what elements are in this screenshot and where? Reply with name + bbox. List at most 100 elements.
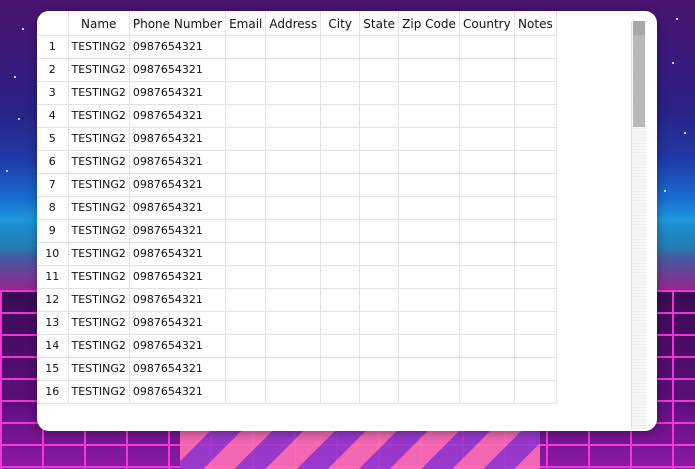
cell-city[interactable] [320, 310, 361, 335]
column-header-city[interactable]: City [320, 11, 361, 36]
cell-address[interactable] [265, 333, 322, 358]
cell-zip-code[interactable] [398, 241, 460, 266]
cell-address[interactable] [265, 80, 322, 105]
cell-country[interactable] [458, 287, 515, 312]
table-row[interactable]: 1 TESTING2 0987654321 [37, 34, 557, 59]
cell-phone-number[interactable]: 0987654321 [128, 149, 227, 174]
cell-notes[interactable] [513, 241, 557, 266]
cell-city[interactable] [320, 264, 361, 289]
cell-address[interactable] [265, 103, 322, 128]
cell-zip-code[interactable] [398, 333, 460, 358]
cell-name[interactable]: TESTING2 [67, 103, 130, 128]
cell-phone-number[interactable]: 0987654321 [128, 333, 227, 358]
cell-phone-number[interactable]: 0987654321 [128, 57, 227, 82]
table-corner[interactable] [37, 11, 69, 36]
cell-country[interactable] [458, 333, 515, 358]
cell-email[interactable] [225, 379, 267, 404]
cell-notes[interactable] [513, 34, 557, 59]
vertical-scrollbar[interactable] [631, 21, 646, 429]
scrollbar-thumb[interactable] [633, 35, 645, 127]
cell-notes[interactable] [513, 80, 557, 105]
cell-state[interactable] [359, 126, 400, 151]
row-number[interactable]: 11 [37, 264, 69, 289]
cell-address[interactable] [265, 264, 322, 289]
cell-country[interactable] [458, 264, 515, 289]
cell-name[interactable]: TESTING2 [67, 264, 130, 289]
cell-notes[interactable] [513, 379, 557, 404]
cell-notes[interactable] [513, 149, 557, 174]
cell-city[interactable] [320, 149, 361, 174]
cell-notes[interactable] [513, 126, 557, 151]
cell-notes[interactable] [513, 103, 557, 128]
cell-country[interactable] [458, 195, 515, 220]
cell-name[interactable]: TESTING2 [67, 356, 130, 381]
cell-name[interactable]: TESTING2 [67, 149, 130, 174]
column-header-zip-code[interactable]: Zip Code [398, 11, 460, 36]
cell-phone-number[interactable]: 0987654321 [128, 264, 227, 289]
cell-name[interactable]: TESTING2 [67, 218, 130, 243]
row-number[interactable]: 2 [37, 57, 69, 82]
cell-name[interactable]: TESTING2 [67, 241, 130, 266]
cell-phone-number[interactable]: 0987654321 [128, 195, 227, 220]
cell-state[interactable] [359, 103, 400, 128]
table-row[interactable]: 3 TESTING2 0987654321 [37, 80, 557, 105]
row-number[interactable]: 16 [37, 379, 69, 404]
cell-address[interactable] [265, 34, 322, 59]
cell-phone-number[interactable]: 0987654321 [128, 126, 227, 151]
table-row[interactable]: 10 TESTING2 0987654321 [37, 241, 557, 266]
cell-name[interactable]: TESTING2 [67, 379, 130, 404]
contacts-table-view[interactable]: ˇ Name Phone Number Email Address City S… [37, 11, 629, 431]
cell-phone-number[interactable]: 0987654321 [128, 103, 227, 128]
cell-country[interactable] [458, 218, 515, 243]
cell-country[interactable] [458, 379, 515, 404]
cell-notes[interactable] [513, 195, 557, 220]
cell-address[interactable] [265, 149, 322, 174]
cell-email[interactable] [225, 57, 267, 82]
cell-country[interactable] [458, 80, 515, 105]
cell-country[interactable] [458, 149, 515, 174]
cell-country[interactable] [458, 356, 515, 381]
cell-name[interactable]: TESTING2 [67, 310, 130, 335]
cell-zip-code[interactable] [398, 287, 460, 312]
cell-email[interactable] [225, 264, 267, 289]
cell-country[interactable] [458, 310, 515, 335]
table-row[interactable]: 15 TESTING2 0987654321 [37, 356, 557, 381]
cell-name[interactable]: TESTING2 [67, 34, 130, 59]
scroll-up-arrow-icon[interactable] [633, 21, 645, 35]
cell-state[interactable] [359, 287, 400, 312]
cell-notes[interactable] [513, 218, 557, 243]
table-row[interactable]: 13 TESTING2 0987654321 [37, 310, 557, 335]
row-number[interactable]: 9 [37, 218, 69, 243]
cell-notes[interactable] [513, 310, 557, 335]
table-row[interactable]: 12 TESTING2 0987654321 [37, 287, 557, 312]
cell-zip-code[interactable] [398, 149, 460, 174]
cell-city[interactable] [320, 80, 361, 105]
cell-zip-code[interactable] [398, 379, 460, 404]
cell-phone-number[interactable]: 0987654321 [128, 379, 227, 404]
table-row[interactable]: 9 TESTING2 0987654321 [37, 218, 557, 243]
cell-name[interactable]: TESTING2 [67, 333, 130, 358]
cell-city[interactable] [320, 126, 361, 151]
cell-state[interactable] [359, 356, 400, 381]
row-number[interactable]: 6 [37, 149, 69, 174]
row-number[interactable]: 14 [37, 333, 69, 358]
column-header-address[interactable]: Address [265, 11, 322, 36]
column-header-country[interactable]: Country [458, 11, 515, 36]
cell-zip-code[interactable] [398, 310, 460, 335]
cell-notes[interactable] [513, 287, 557, 312]
cell-phone-number[interactable]: 0987654321 [128, 34, 227, 59]
cell-name[interactable]: TESTING2 [67, 172, 130, 197]
cell-address[interactable] [265, 195, 322, 220]
cell-zip-code[interactable] [398, 172, 460, 197]
cell-country[interactable] [458, 57, 515, 82]
cell-state[interactable] [359, 379, 400, 404]
cell-city[interactable] [320, 34, 361, 59]
row-number[interactable]: 3 [37, 80, 69, 105]
cell-email[interactable] [225, 34, 267, 59]
cell-notes[interactable] [513, 57, 557, 82]
row-number[interactable]: 8 [37, 195, 69, 220]
table-row[interactable]: 4 TESTING2 0987654321 [37, 103, 557, 128]
cell-notes[interactable] [513, 264, 557, 289]
cell-address[interactable] [265, 126, 322, 151]
cell-address[interactable] [265, 356, 322, 381]
